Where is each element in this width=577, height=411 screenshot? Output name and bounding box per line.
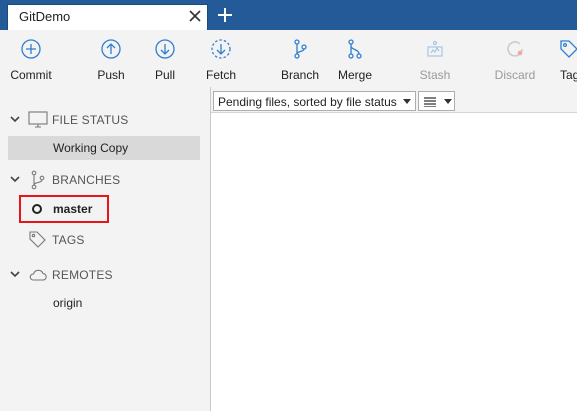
sidebar: FILE STATUS Working Copy BRANCHES master…	[0, 87, 210, 411]
fetch-label: Fetch	[205, 68, 236, 82]
commit-label: Commit	[10, 68, 52, 82]
push-icon	[101, 39, 121, 59]
chevron-down-icon	[403, 99, 411, 104]
merge-icon	[348, 39, 362, 59]
file-sort-value: Pending files, sorted by file status	[218, 95, 397, 109]
chevron-down-icon[interactable]	[10, 114, 20, 124]
cloud-icon	[29, 269, 47, 281]
branch-label: Branch	[280, 68, 320, 82]
toolbar: Commit Push Pull Fetch Branch Merge Stas…	[0, 30, 577, 87]
tag-icon	[29, 231, 46, 248]
commit-button[interactable]: Commit	[8, 36, 54, 84]
pull-icon	[155, 39, 175, 59]
chevron-down-icon[interactable]	[10, 269, 20, 279]
discard-icon	[507, 41, 523, 57]
push-button[interactable]: Push	[93, 36, 129, 84]
file-filter-bar: Pending files, sorted by file status	[211, 87, 577, 113]
fetch-button[interactable]: Fetch	[202, 36, 240, 84]
stash-label: Stash	[419, 68, 451, 82]
sidebar-item-label: master	[53, 202, 93, 216]
chevron-down-icon[interactable]	[10, 174, 20, 184]
sidebar-item-master[interactable]: master	[19, 195, 109, 223]
push-label: Push	[97, 68, 125, 82]
section-title-branches: BRANCHES	[52, 173, 121, 187]
merge-button[interactable]: Merge	[335, 36, 375, 84]
file-sort-dropdown[interactable]: Pending files, sorted by file status	[213, 91, 416, 111]
monitor-icon	[28, 111, 48, 128]
file-list-panel: Pending files, sorted by file status	[211, 87, 577, 411]
sidebar-item-working-copy[interactable]: Working Copy	[8, 136, 200, 160]
discard-label: Discard	[494, 68, 536, 82]
merge-label: Merge	[337, 68, 372, 82]
sidebar-item-label: Working Copy	[53, 141, 129, 155]
pull-button[interactable]: Pull	[148, 36, 182, 84]
commit-icon	[21, 39, 41, 59]
section-title-tags: TAGS	[52, 233, 85, 247]
close-icon[interactable]	[188, 9, 202, 23]
sidebar-section-file-status[interactable]: FILE STATUS	[0, 108, 210, 132]
repo-tab[interactable]: GitDemo	[7, 4, 208, 30]
section-title-remotes: REMOTES	[52, 268, 113, 282]
pull-label: Pull	[154, 68, 175, 82]
fetch-icon	[211, 39, 231, 59]
branch-button[interactable]: Branch	[279, 36, 321, 84]
stash-icon	[427, 40, 443, 57]
stash-button[interactable]: Stash	[417, 36, 453, 84]
sidebar-item-origin[interactable]: origin	[8, 291, 200, 315]
sidebar-section-remotes[interactable]: REMOTES	[0, 263, 210, 287]
branch-icon	[31, 170, 45, 190]
branch-icon	[294, 39, 307, 59]
section-title-file-status: FILE STATUS	[52, 113, 129, 127]
repo-tab-title: GitDemo	[19, 9, 71, 24]
current-branch-icon	[32, 204, 42, 214]
sidebar-item-label: origin	[53, 296, 83, 310]
discard-button[interactable]: Discard	[492, 36, 538, 84]
tag-button[interactable]: Tag	[556, 36, 577, 84]
chevron-down-icon	[444, 99, 452, 104]
view-mode-dropdown[interactable]	[418, 91, 455, 111]
title-bar: GitDemo	[0, 0, 577, 30]
tag-icon	[560, 40, 577, 58]
tag-label: Tag	[560, 68, 577, 82]
new-tab-icon[interactable]	[217, 7, 233, 23]
list-view-icon	[424, 97, 436, 107]
sidebar-section-branches[interactable]: BRANCHES	[0, 168, 210, 192]
sidebar-section-tags[interactable]: TAGS	[0, 228, 210, 252]
